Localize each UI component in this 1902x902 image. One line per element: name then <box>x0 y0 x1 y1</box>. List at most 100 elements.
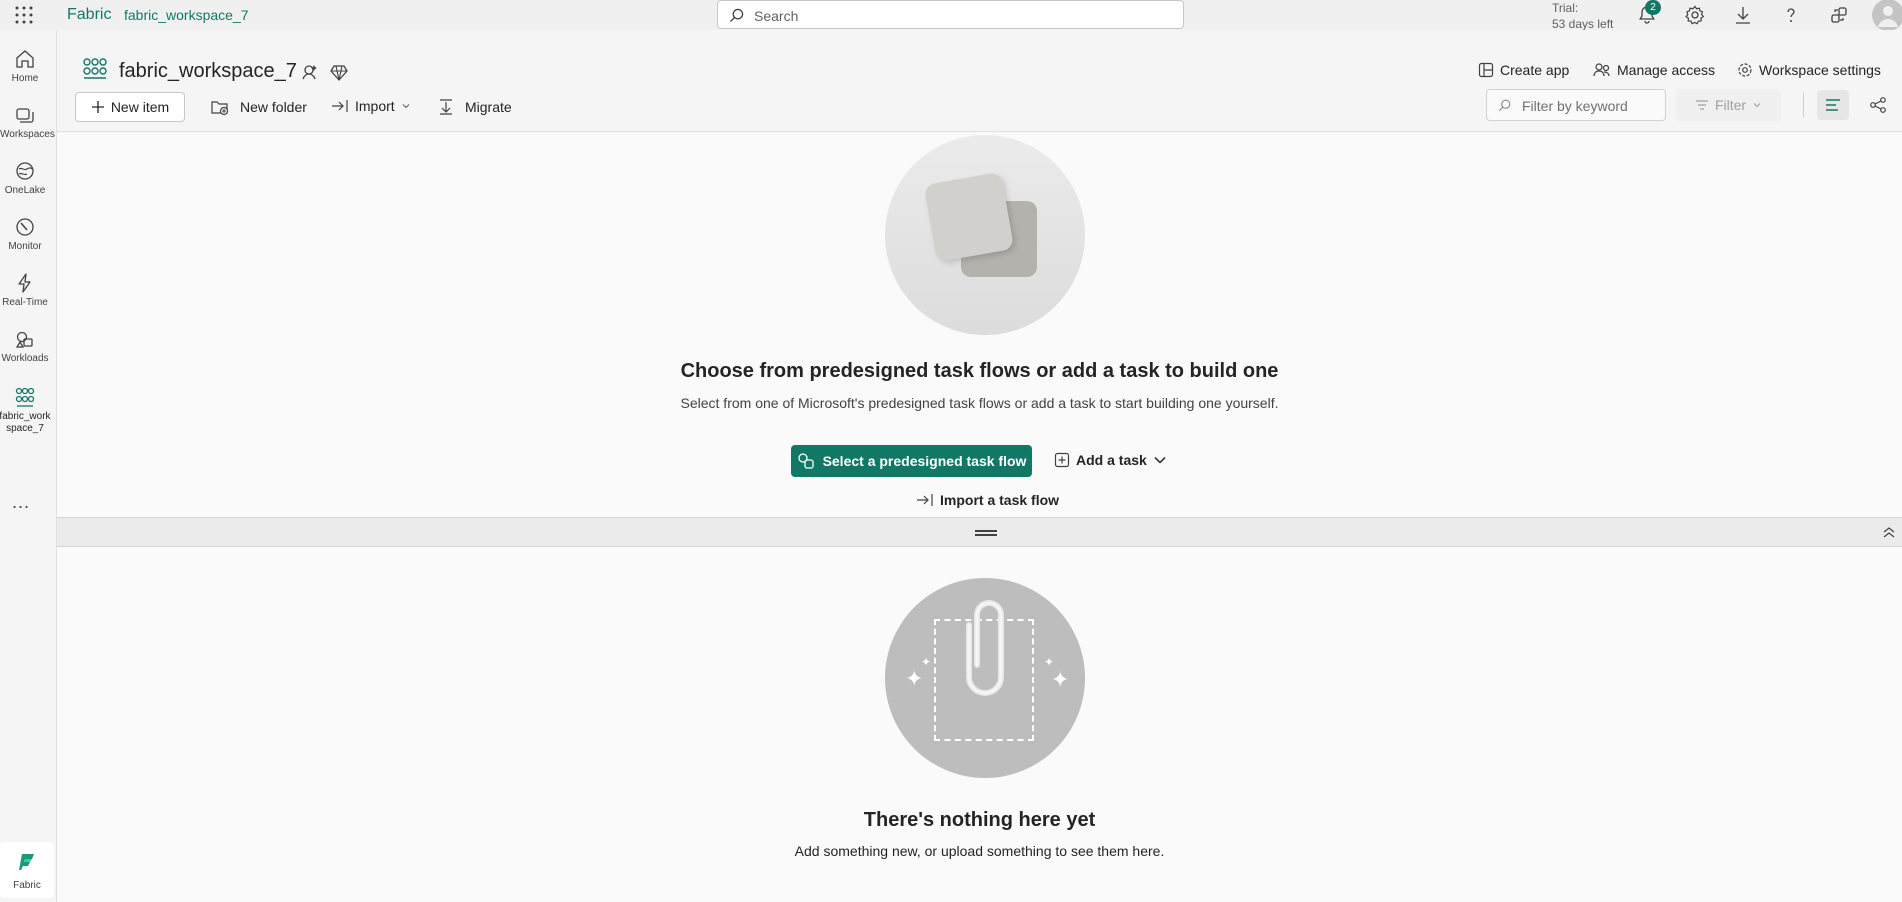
folder-add-icon <box>211 101 229 116</box>
workloads-icon <box>15 331 33 348</box>
new-folder-label: New folder <box>240 99 307 115</box>
chevron-down-icon <box>402 104 410 109</box>
task-flow-subtitle: Select from one of Microsoft's predesign… <box>680 395 1279 411</box>
nav-workloads[interactable]: Workloads <box>0 328 50 365</box>
list-view-button[interactable] <box>1817 90 1849 120</box>
create-app-button[interactable]: Create app <box>1478 62 1569 78</box>
search-icon <box>729 8 744 23</box>
search-input[interactable] <box>752 5 1176 27</box>
add-task-label: Add a task <box>1076 452 1147 468</box>
collapse-up-icon[interactable] <box>1882 525 1896 539</box>
add-square-icon <box>1054 452 1070 468</box>
migrate-icon <box>440 99 452 115</box>
more-icon[interactable]: ... <box>12 492 30 513</box>
lineage-view-icon[interactable] <box>1869 96 1887 114</box>
chevron-down-icon <box>1753 103 1761 108</box>
filter-button[interactable]: Filter <box>1676 89 1781 121</box>
illustration-card-front <box>923 171 1015 263</box>
manage-access-label: Manage access <box>1617 62 1716 78</box>
new-folder-button[interactable]: New folder <box>210 98 307 116</box>
sparkle-icon: ✦ <box>1044 655 1055 669</box>
onelake-icon <box>16 162 34 180</box>
workspace-settings-button[interactable]: Workspace settings <box>1737 62 1881 78</box>
add-task-button[interactable]: Add a task <box>1054 452 1167 468</box>
toolbar-divider <box>1803 92 1804 118</box>
select-task-flow-label: Select a predesigned task flow <box>822 453 1027 469</box>
gear-icon <box>1738 63 1752 77</box>
chevron-down-icon <box>1154 456 1166 464</box>
import-arrow-icon <box>917 494 933 506</box>
trial-status[interactable]: Trial: 53 days left <box>1552 0 1613 32</box>
filter-label: Filter <box>1714 97 1747 113</box>
share-icon[interactable] <box>1828 4 1850 26</box>
breadcrumb-workspace[interactable]: fabric_workspace_7 <box>124 7 249 23</box>
new-item-label: New item <box>110 99 170 115</box>
brand-name[interactable]: Fabric <box>67 6 111 24</box>
task-flow-title: Choose from predesigned task flows or ad… <box>680 360 1279 382</box>
sparkle-icon: ✦ <box>921 655 932 669</box>
premium-diamond-icon[interactable] <box>329 62 349 82</box>
filter-keyword-input[interactable] <box>1520 96 1664 116</box>
app-launcher-icon[interactable] <box>14 5 34 25</box>
top-bar: Fabric fabric_workspace_7 Trial: 53 days… <box>0 0 1902 32</box>
avatar[interactable] <box>1870 0 1902 30</box>
workspace-icon <box>15 387 35 407</box>
nav-real-time[interactable]: Real-Time <box>0 272 50 309</box>
import-task-flow-label: Import a task flow <box>940 492 1060 508</box>
nav-monitor-label: Monitor <box>8 241 42 252</box>
home-icon <box>16 50 34 68</box>
workspace-icon <box>83 58 107 79</box>
lightning-icon <box>18 273 31 293</box>
workspaces-icon <box>16 108 34 123</box>
notification-badge: 2 <box>1645 0 1661 15</box>
nav-workspaces[interactable]: Workspaces <box>0 104 55 141</box>
items-panel: ✦ ✦ ✦ ✦ There's nothing here yet Add som… <box>57 547 1902 902</box>
import-menu-button[interactable]: Import <box>331 98 411 114</box>
migrate-button[interactable]: Migrate <box>437 98 512 116</box>
import-label: Import <box>355 98 395 114</box>
fabric-switcher-label: Fabric <box>13 880 41 891</box>
select-predesigned-task-flow-button[interactable]: Select a predesigned task flow <box>791 445 1032 477</box>
nav-onelake[interactable]: OneLake <box>0 160 50 197</box>
nav-workspaces-label: Workspaces <box>0 129 55 140</box>
filter-icon <box>1695 100 1708 110</box>
resize-grip-icon[interactable] <box>975 530 997 536</box>
migrate-label: Migrate <box>465 99 512 115</box>
fabric-logo-icon <box>19 854 34 870</box>
nav-home[interactable]: Home <box>0 48 50 85</box>
search-icon <box>1498 99 1511 112</box>
task-flow-icon <box>797 453 814 469</box>
workspace-identity-icon[interactable] <box>300 62 320 82</box>
import-task-flow-button[interactable]: Import a task flow <box>916 492 1059 508</box>
trial-label: Trial: <box>1552 1 1579 15</box>
nav-monitor[interactable]: Monitor <box>0 216 50 253</box>
nav-onelake-label: OneLake <box>4 185 46 196</box>
plus-icon <box>91 101 104 113</box>
search-box[interactable] <box>717 0 1184 29</box>
help-icon[interactable] <box>1780 4 1802 26</box>
monitor-icon <box>16 218 34 236</box>
panel-splitter[interactable] <box>57 517 1902 547</box>
fabric-switcher[interactable]: Fabric <box>0 842 54 898</box>
filter-box[interactable] <box>1486 89 1666 121</box>
create-app-label: Create app <box>1500 62 1570 78</box>
import-arrow-icon <box>332 100 348 112</box>
manage-access-button[interactable]: Manage access <box>1593 62 1715 78</box>
nav-current-workspace[interactable]: fabric_work space_7 <box>0 386 51 435</box>
list-view-icon <box>1826 99 1840 111</box>
nav-real-time-label: Real-Time <box>2 297 48 308</box>
app-icon <box>1478 62 1494 78</box>
sparkle-icon: ✦ <box>1051 667 1070 692</box>
empty-state-title: There's nothing here yet <box>863 809 1096 831</box>
empty-state-subtitle: Add something new, or upload something t… <box>794 843 1165 859</box>
nav-workloads-label: Workloads <box>1 353 49 364</box>
new-item-button[interactable]: New item <box>75 92 185 122</box>
nav-current-workspace-label: fabric_work space_7 <box>0 411 51 434</box>
gear-icon[interactable] <box>1684 4 1706 26</box>
left-navigation: Home Workspaces OneLake Monitor Real-Tim… <box>0 30 57 902</box>
people-icon <box>1593 63 1610 77</box>
sparkle-icon: ✦ <box>905 666 924 691</box>
workspace-settings-label: Workspace settings <box>1759 62 1881 78</box>
download-icon[interactable] <box>1732 4 1754 26</box>
task-flow-panel: Choose from predesigned task flows or ad… <box>57 132 1902 517</box>
